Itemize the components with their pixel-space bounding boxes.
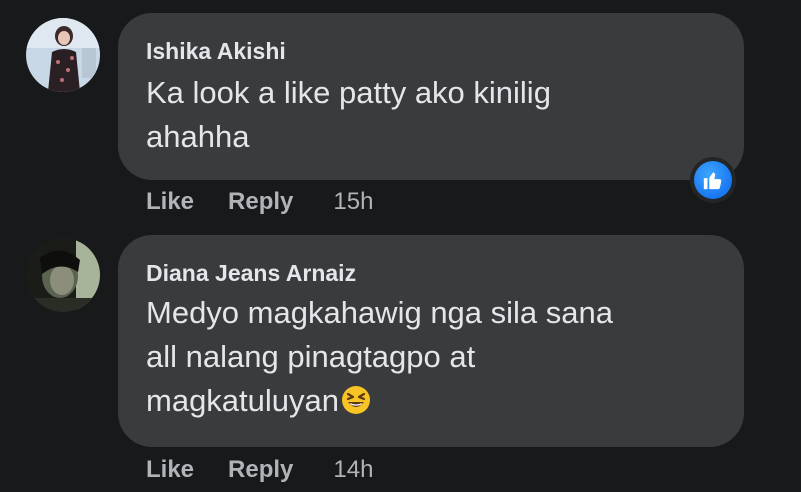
reply-button[interactable]: Reply <box>228 456 293 484</box>
comment-author[interactable]: Diana Jeans Arnaiz <box>146 260 356 287</box>
avatar-photo <box>26 18 100 92</box>
comment-actions: Like Reply 15h <box>146 188 373 216</box>
avatar[interactable] <box>26 238 100 312</box>
comment-bubble: Ishika Akishi Ka look a like patty ako k… <box>118 13 744 180</box>
reaction-badge[interactable] <box>690 157 736 203</box>
avatar[interactable] <box>26 18 100 92</box>
thumbs-up-icon <box>694 161 732 199</box>
like-button[interactable]: Like <box>146 456 194 484</box>
grinning-squinting-face-icon <box>341 383 371 427</box>
comment-text: Ka look a like patty ako kinilig ahahha <box>146 75 551 154</box>
comment-actions: Like Reply 14h <box>146 456 373 484</box>
comment-author[interactable]: Ishika Akishi <box>146 38 286 65</box>
comment-bubble: Diana Jeans Arnaiz Medyo magkahawig nga … <box>118 235 744 447</box>
comment-text-body: Medyo magkahawig nga sila sana all nalan… <box>146 295 613 418</box>
comment-text: Medyo magkahawig nga sila sana all nalan… <box>146 291 613 427</box>
timestamp[interactable]: 15h <box>333 188 373 216</box>
reply-button[interactable]: Reply <box>228 188 293 216</box>
like-button[interactable]: Like <box>146 188 194 216</box>
timestamp[interactable]: 14h <box>333 456 373 484</box>
avatar-photo <box>26 238 100 312</box>
